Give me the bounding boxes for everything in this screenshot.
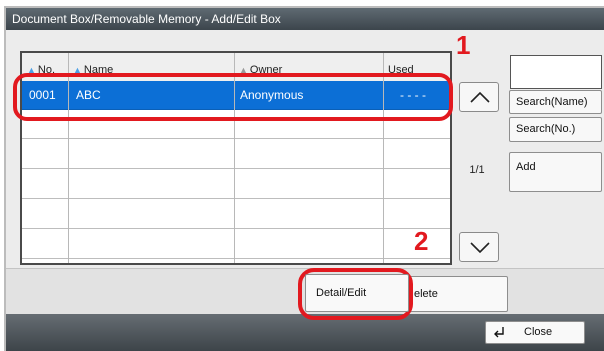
column-divider (234, 53, 235, 263)
return-arrow-icon (494, 327, 504, 338)
page-indicator: 1/1 (469, 164, 485, 176)
delete-button[interactable]: elete (407, 276, 508, 312)
column-header-owner[interactable]: ▲ Owner (239, 64, 282, 76)
search-no-button[interactable]: Search(No.) (509, 117, 602, 142)
sort-asc-icon: ▲ (27, 65, 36, 75)
add-button[interactable]: Add (509, 152, 602, 192)
detail-edit-button[interactable]: Detail/Edit (305, 274, 409, 312)
screen: Document Box/Removable Memory - Add/Edit… (0, 0, 604, 351)
scroll-up-button[interactable] (459, 82, 499, 112)
table-row-selected[interactable]: 0001 ABC Anonymous - - - - (22, 81, 450, 110)
scroll-column: 1/1 (454, 82, 500, 267)
window-title: Document Box/Removable Memory - Add/Edit… (6, 8, 604, 30)
callout-number-1: 1 (456, 30, 471, 60)
cell-no: 0001 (29, 88, 56, 102)
chevron-down-icon (470, 242, 490, 254)
sort-asc-icon: ▲ (73, 65, 82, 75)
column-header-used: Used (388, 64, 414, 76)
search-name-button[interactable]: Search(Name) (509, 90, 602, 114)
table-row-empty[interactable] (22, 170, 450, 199)
table-row-empty[interactable] (22, 140, 450, 169)
column-divider (383, 53, 384, 263)
cell-owner: Anonymous (240, 88, 304, 102)
column-header-no[interactable]: ▲ No. (27, 64, 55, 76)
cell-name: ABC (76, 88, 101, 102)
scroll-down-button[interactable] (459, 232, 499, 262)
table-row-empty[interactable] (22, 200, 450, 229)
table-row-empty[interactable] (22, 110, 450, 139)
callout-number-2: 2 (414, 226, 429, 256)
chevron-up-icon (470, 91, 490, 103)
column-divider (68, 53, 69, 263)
search-input[interactable] (510, 55, 602, 89)
table-row-empty[interactable] (22, 230, 450, 259)
cell-used: - - - - (400, 88, 426, 102)
column-header-name[interactable]: ▲ Name (73, 64, 113, 76)
box-table: ▲ No. ▲ Name ▲ Owner Used 0001 ABC Anonymou… (20, 51, 452, 265)
sort-asc-icon: ▲ (239, 65, 248, 75)
close-button[interactable]: Close (485, 321, 585, 344)
table-header: ▲ No. ▲ Name ▲ Owner Used (22, 53, 450, 82)
close-label: Close (524, 326, 553, 338)
